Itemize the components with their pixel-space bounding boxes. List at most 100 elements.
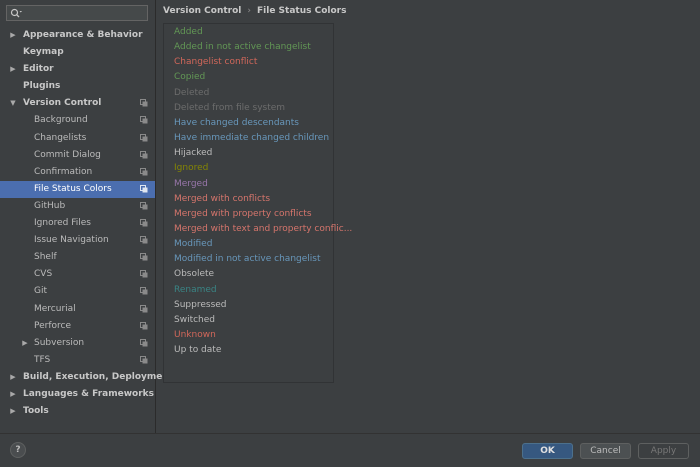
sidebar-item-shelf[interactable]: Shelf — [0, 249, 155, 266]
sidebar-item-label: Mercurial — [34, 303, 76, 314]
sidebar-item-background[interactable]: Background — [0, 112, 155, 129]
sidebar-item-editor[interactable]: ▶ Editor — [0, 61, 155, 78]
sidebar-item-appearance-behavior[interactable]: ▶ Appearance & Behavior — [0, 27, 155, 44]
settings-tree: ▶ Appearance & Behavior Keymap ▶ Editor Plugi… — [0, 27, 173, 420]
status-item-added-in-not-active-changelist[interactable]: Added in not active changelist — [174, 40, 311, 55]
chevron-down-icon[interactable]: ▼ — [9, 95, 17, 112]
sidebar-item-subversion[interactable]: ▶ Subversion — [0, 335, 155, 352]
help-button[interactable]: ? — [10, 442, 26, 458]
sidebar-item-label: Languages & Frameworks — [23, 388, 155, 399]
sidebar-item-label: Plugins — [23, 81, 61, 92]
status-item-changelist-conflict[interactable]: Changelist conflict — [174, 55, 257, 70]
sidebar-item-keymap[interactable]: Keymap — [0, 44, 155, 61]
status-item-modified[interactable]: Modified — [174, 237, 212, 252]
sidebar-item-label: Subversion — [34, 337, 85, 348]
status-item-suppressed[interactable]: Suppressed — [174, 298, 227, 313]
status-item-unknown[interactable]: Unknown — [174, 328, 216, 343]
status-item-merged[interactable]: Merged — [174, 177, 208, 192]
status-item-deleted[interactable]: Deleted — [174, 86, 209, 101]
sidebar-item-ignored-files[interactable]: Ignored Files — [0, 215, 155, 232]
sidebar-item-label: Perforce — [34, 320, 72, 331]
sidebar-item-label: Commit Dialog — [34, 149, 101, 160]
project-level-icon — [140, 167, 148, 176]
project-level-icon — [140, 355, 148, 364]
sidebar-item-languages-frameworks[interactable]: ▶ Languages & Frameworks — [0, 386, 155, 403]
project-level-icon — [140, 184, 148, 193]
breadcrumb-current: File Status Colors — [257, 6, 347, 16]
sidebar-item-tfs[interactable]: TFS — [0, 352, 155, 369]
ok-button[interactable]: OK — [522, 443, 573, 459]
chevron-right-icon[interactable]: ▶ — [21, 335, 29, 352]
sidebar-item-label: Ignored Files — [34, 218, 91, 229]
chevron-right-icon[interactable]: ▶ — [9, 386, 17, 403]
sidebar-item-label: Git — [34, 286, 48, 297]
dialog-footer: ? OK Cancel Apply — [0, 433, 700, 467]
sidebar-item-tools[interactable]: ▶ Tools — [0, 403, 155, 420]
search-input[interactable] — [6, 5, 148, 21]
status-item-deleted-from-file-system[interactable]: Deleted from file system — [174, 101, 285, 116]
project-level-icon — [140, 270, 148, 278]
status-item-merged-with-text-and-property-conflic[interactable]: Merged with text and property conflic... — [174, 222, 352, 237]
sidebar-item-label: TFS — [34, 354, 51, 365]
sidebar-item-label: Tools — [23, 406, 49, 417]
sidebar-item-label: Confirmation — [34, 166, 93, 177]
status-item-ignored[interactable]: Ignored — [174, 161, 208, 176]
sidebar-item-label: GitHub — [34, 200, 66, 211]
sidebar-item-confirmation[interactable]: Confirmation — [0, 164, 155, 181]
status-item-obsolete[interactable]: Obsolete — [174, 267, 214, 282]
status-item-merged-with-property-conflicts[interactable]: Merged with property conflicts — [174, 207, 312, 222]
status-item-renamed[interactable]: Renamed — [174, 283, 217, 298]
status-item-up-to-date[interactable]: Up to date — [174, 343, 221, 358]
sidebar-item-label: Keymap — [23, 47, 64, 58]
sidebar-item-file-status-colors[interactable]: File Status Colors — [0, 180, 155, 198]
sidebar-item-github[interactable]: GitHub — [0, 198, 155, 215]
sidebar-item-label: Shelf — [34, 252, 57, 263]
breadcrumb: Version Control › File Status Colors — [163, 0, 346, 22]
chevron-right-icon[interactable]: ▶ — [9, 403, 17, 420]
project-level-icon — [140, 304, 148, 312]
status-item-merged-with-conflicts[interactable]: Merged with conflicts — [174, 192, 270, 207]
sidebar-item-label: Issue Navigation — [34, 235, 109, 246]
sidebar-item-issue-navigation[interactable]: Issue Navigation — [0, 232, 155, 249]
sidebar-item-label: CVS — [34, 269, 53, 280]
breadcrumb-separator: › — [247, 6, 251, 16]
project-level-icon — [140, 99, 148, 107]
sidebar-item-cvs[interactable]: CVS — [0, 266, 155, 283]
sidebar-item-plugins[interactable]: Plugins — [0, 78, 155, 95]
project-level-icon — [140, 321, 148, 330]
chevron-right-icon[interactable]: ▶ — [9, 27, 17, 44]
status-item-have-changed-descendants[interactable]: Have changed descendants — [174, 116, 299, 131]
project-level-icon — [140, 253, 148, 261]
project-level-icon — [140, 287, 148, 295]
status-item-hijacked[interactable]: Hijacked — [174, 146, 212, 161]
sidebar-item-commit-dialog[interactable]: Commit Dialog — [0, 147, 155, 164]
project-level-icon — [140, 219, 148, 227]
sidebar-item-label: Appearance & Behavior — [23, 30, 143, 40]
file-status-list: Added Added in not active changelist Chang… — [163, 23, 352, 383]
status-item-copied[interactable]: Copied — [174, 70, 205, 85]
sidebar-item-version-control[interactable]: ▼ Version Control — [0, 95, 155, 112]
breadcrumb-parent[interactable]: Version Control — [163, 6, 241, 16]
sidebar-item-label: Changelists — [34, 132, 87, 143]
sidebar-item-build-execution-deployment[interactable]: ▶ Build, Execution, Deployment — [0, 369, 173, 386]
sidebar-item-label: Editor — [23, 64, 54, 75]
settings-sidebar: ▶ Appearance & Behavior Keymap ▶ Editor Plugi… — [0, 0, 173, 433]
cancel-button[interactable]: Cancel — [580, 443, 631, 459]
search-icon — [10, 8, 22, 18]
status-item-modified-in-not-active-changelist[interactable]: Modified in not active changelist — [174, 252, 321, 267]
sidebar-item-label: Background — [34, 115, 88, 126]
project-level-icon — [140, 133, 148, 142]
apply-button[interactable]: Apply — [638, 443, 689, 459]
sidebar-item-mercurial[interactable]: Mercurial — [0, 301, 155, 318]
sidebar-item-git[interactable]: Git — [0, 283, 155, 300]
status-item-added[interactable]: Added — [174, 25, 203, 40]
sidebar-item-changelists[interactable]: Changelists — [0, 130, 155, 147]
sidebar-item-label: Version Control — [23, 98, 102, 109]
sidebar-item-label: Build, Execution, Deployment — [23, 371, 174, 382]
status-item-switched[interactable]: Switched — [174, 313, 215, 328]
sidebar-item-perforce[interactable]: Perforce — [0, 318, 155, 335]
sidebar-item-label: File Status Colors — [34, 183, 112, 194]
chevron-right-icon[interactable]: ▶ — [9, 369, 17, 386]
status-item-have-immediate-changed-children[interactable]: Have immediate changed children — [174, 131, 329, 146]
chevron-right-icon[interactable]: ▶ — [9, 61, 17, 78]
